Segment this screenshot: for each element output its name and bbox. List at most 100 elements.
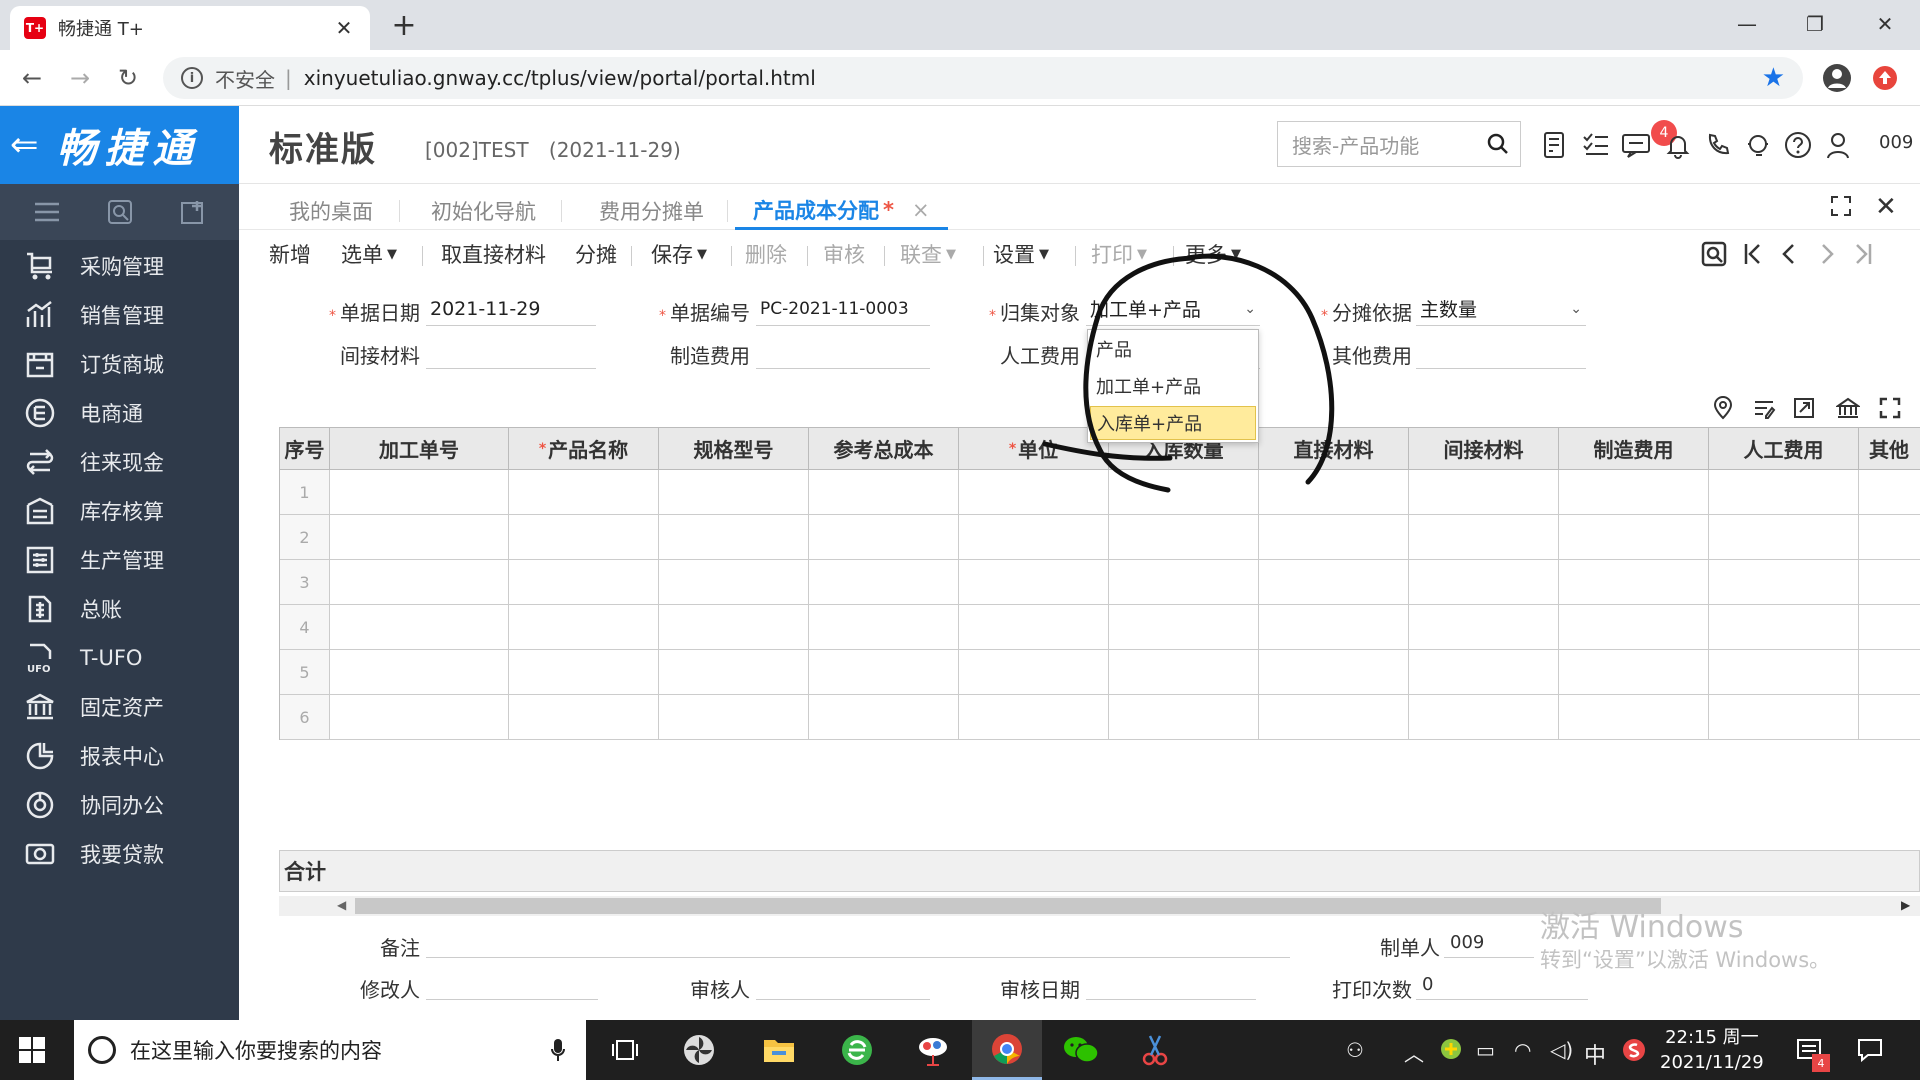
location-icon[interactable] bbox=[1712, 396, 1734, 420]
link-query-button[interactable]: 联查 ▼ bbox=[900, 240, 956, 268]
wechat-icon[interactable] bbox=[1046, 1020, 1116, 1080]
grid-header[interactable]: 其他 bbox=[1859, 428, 1920, 470]
grid-cell[interactable] bbox=[959, 650, 1109, 695]
info-icon[interactable]: i bbox=[181, 67, 203, 89]
grid-cell[interactable] bbox=[509, 695, 659, 740]
grid-cell[interactable] bbox=[509, 650, 659, 695]
snipping-tool-icon[interactable] bbox=[1120, 1020, 1190, 1080]
grid-header[interactable]: * 产品名称 bbox=[509, 428, 659, 470]
calculator-icon[interactable] bbox=[1537, 128, 1571, 162]
bookmark-star-icon[interactable]: ★ bbox=[1762, 63, 1785, 93]
reload-icon[interactable]: ↻ bbox=[110, 60, 146, 96]
indirect-material-field[interactable] bbox=[426, 335, 596, 369]
scroll-left-icon[interactable]: ◀ bbox=[337, 898, 346, 912]
grid-cell[interactable] bbox=[659, 470, 809, 515]
grid-header[interactable]: 制造费用 bbox=[1559, 428, 1709, 470]
grid-cell[interactable] bbox=[809, 515, 959, 560]
close-page-icon[interactable]: ✕ bbox=[1875, 192, 1897, 222]
grid-header[interactable]: 加工单号 bbox=[330, 428, 509, 470]
tab-expense-allocation[interactable]: 费用分摊单 bbox=[581, 192, 722, 230]
grid-cell[interactable] bbox=[809, 560, 959, 605]
user-icon[interactable] bbox=[1821, 128, 1855, 162]
fetch-direct-material-button[interactable]: 取直接材料 bbox=[441, 240, 546, 268]
minimize-icon[interactable]: — bbox=[1722, 6, 1772, 42]
app-logo[interactable]: ⇐ 畅捷通 bbox=[0, 106, 239, 184]
menu-icon[interactable] bbox=[33, 200, 61, 224]
select-button[interactable]: 选单 ▼ bbox=[341, 240, 397, 268]
system-clock[interactable]: 22:15 周一 2021/11/29 bbox=[1660, 1025, 1764, 1075]
grid-cell[interactable] bbox=[1409, 695, 1559, 740]
app-pinwheel-icon[interactable] bbox=[664, 1020, 734, 1080]
grid-cell[interactable] bbox=[330, 560, 509, 605]
scrollbar-thumb[interactable] bbox=[355, 898, 1661, 914]
grid-cell[interactable] bbox=[509, 605, 659, 650]
grid-cell[interactable] bbox=[1559, 470, 1709, 515]
grid-cell[interactable] bbox=[959, 695, 1109, 740]
phone-icon[interactable] bbox=[1701, 128, 1735, 162]
grid-cell[interactable] bbox=[1859, 605, 1920, 650]
forward-icon[interactable]: → bbox=[62, 60, 98, 96]
support-icon[interactable] bbox=[1741, 128, 1775, 162]
microphone-icon[interactable] bbox=[550, 1037, 566, 1063]
allocate-button[interactable]: 分摊 bbox=[575, 240, 617, 268]
grid-cell[interactable] bbox=[1259, 695, 1409, 740]
taskbar-search[interactable]: 在这里输入你要搜索的内容 bbox=[74, 1020, 586, 1080]
sidebar-item[interactable]: 我要贷款 bbox=[0, 824, 239, 884]
grid-cell[interactable] bbox=[330, 695, 509, 740]
grid-cell[interactable] bbox=[1559, 515, 1709, 560]
checklist-icon[interactable] bbox=[1579, 128, 1613, 162]
bell-icon[interactable] bbox=[1661, 128, 1695, 162]
grid-cell[interactable] bbox=[1709, 650, 1859, 695]
expand-icon[interactable] bbox=[1878, 396, 1902, 420]
battery-icon[interactable]: ▭ bbox=[1476, 1038, 1495, 1062]
grid-cell[interactable] bbox=[1259, 560, 1409, 605]
message-icon[interactable] bbox=[1619, 128, 1653, 162]
last-record-icon[interactable] bbox=[1853, 242, 1873, 266]
grid-cell[interactable] bbox=[1859, 695, 1920, 740]
grid-cell[interactable] bbox=[1109, 695, 1259, 740]
grid-cell[interactable] bbox=[959, 605, 1109, 650]
grid-cell[interactable] bbox=[959, 560, 1109, 605]
update-icon[interactable] bbox=[1872, 65, 1898, 91]
grid-cell[interactable] bbox=[1559, 695, 1709, 740]
browser-tab[interactable]: T+ 畅捷通 T+ ✕ bbox=[10, 6, 370, 50]
export-icon[interactable] bbox=[1792, 396, 1816, 420]
grid-cell[interactable] bbox=[330, 515, 509, 560]
file-explorer-icon[interactable] bbox=[744, 1020, 814, 1080]
grid-cell[interactable] bbox=[509, 515, 659, 560]
wifi-icon[interactable]: ◠ bbox=[1514, 1038, 1531, 1062]
grid-cell[interactable] bbox=[1859, 470, 1920, 515]
restore-icon[interactable]: ❐ bbox=[1790, 6, 1840, 42]
grid-cell[interactable] bbox=[1709, 470, 1859, 515]
grid-cell[interactable] bbox=[809, 605, 959, 650]
grid-cell[interactable] bbox=[1559, 650, 1709, 695]
delete-button[interactable]: 删除 bbox=[745, 240, 787, 268]
grid-cell[interactable] bbox=[1409, 515, 1559, 560]
grid-cell[interactable] bbox=[659, 515, 809, 560]
grid-cell[interactable] bbox=[1259, 650, 1409, 695]
grid-header[interactable]: 参考总成本 bbox=[809, 428, 959, 470]
grid-cell[interactable] bbox=[330, 650, 509, 695]
close-tab-icon[interactable]: ✕ bbox=[332, 16, 356, 40]
add-shortcut-icon[interactable] bbox=[179, 198, 207, 226]
new-button[interactable]: 新增 bbox=[269, 240, 311, 268]
user-id[interactable]: 009 bbox=[1879, 132, 1913, 153]
people-icon[interactable]: ⚇ bbox=[1346, 1038, 1364, 1062]
profile-icon[interactable] bbox=[1822, 63, 1852, 93]
grid-cell[interactable] bbox=[659, 560, 809, 605]
save-button[interactable]: 保存 ▼ bbox=[651, 240, 707, 268]
task-view-icon[interactable] bbox=[590, 1020, 660, 1080]
back-icon[interactable]: ← bbox=[14, 60, 50, 96]
grid-cell[interactable] bbox=[509, 560, 659, 605]
tab-init-guide[interactable]: 初始化导航 bbox=[413, 192, 554, 230]
grid-cell[interactable] bbox=[1859, 650, 1920, 695]
grid-cell[interactable] bbox=[330, 470, 509, 515]
taskbar-search-input[interactable]: 在这里输入你要搜索的内容 bbox=[130, 1035, 382, 1065]
function-search[interactable]: 搜索-产品功能 bbox=[1277, 121, 1521, 167]
close-tab-icon[interactable]: × bbox=[912, 198, 930, 222]
grid-cell[interactable] bbox=[1559, 560, 1709, 605]
edit-columns-icon[interactable] bbox=[1752, 396, 1776, 420]
grid-cell[interactable] bbox=[809, 650, 959, 695]
close-window-icon[interactable]: ✕ bbox=[1860, 6, 1910, 42]
tray-expand-icon[interactable]: ︿ bbox=[1404, 1038, 1424, 1067]
